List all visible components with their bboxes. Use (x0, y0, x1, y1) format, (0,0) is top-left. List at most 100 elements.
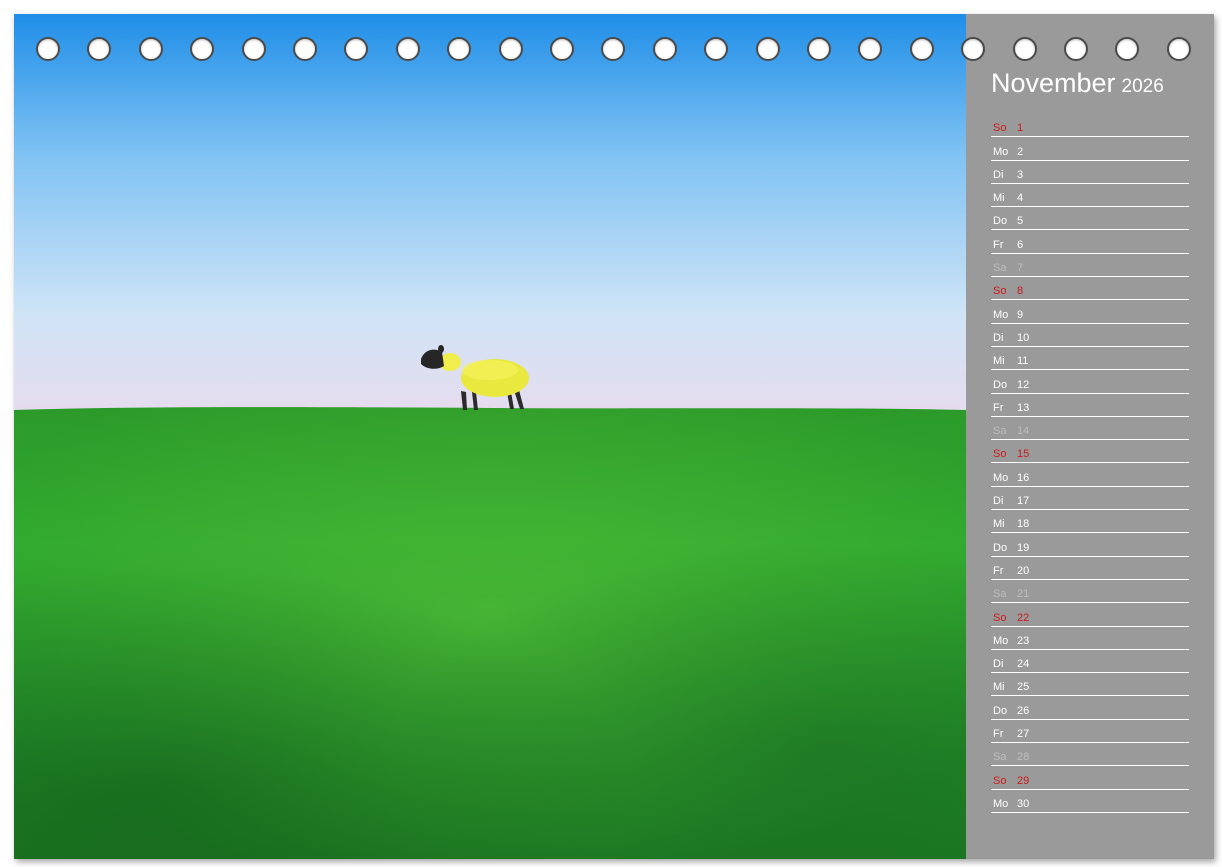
binding-hole (858, 37, 883, 61)
day-number: 25 (1017, 681, 1030, 694)
day-row: So 8 (991, 277, 1189, 301)
binding-hole (293, 37, 317, 61)
day-number: 23 (1017, 634, 1030, 647)
day-number: 4 (1017, 192, 1024, 205)
weekday-label: Sa (993, 262, 1007, 275)
day-number: 6 (1017, 238, 1024, 251)
month-name: November (991, 68, 1116, 98)
calendar-page: November 20 26 So 1 Mo 2 Di 3 Mi 4 Do 5 Fr 6 Sa 7 So 8 Mo 9… (14, 14, 1214, 859)
weekday-label: So (993, 774, 1007, 787)
binding-hole (909, 37, 934, 61)
day-number: 28 (1017, 751, 1030, 764)
day-list: So 1 Mo 2 Di 3 Mi 4 Do 5 Fr 6 Sa 7 So 8 Mo 9 Di 10 Mi 11 Do 12 F… (991, 114, 1189, 813)
day-row: So 15 (991, 440, 1189, 464)
binding-hole (755, 37, 780, 61)
day-row: Do 12 (991, 370, 1189, 394)
day-row: Fr 27 (991, 720, 1189, 744)
weekday-label: Mo (993, 308, 1009, 321)
weekday-label: Mo (993, 145, 1009, 158)
weekday-label: Fr (993, 238, 1004, 251)
binding-hole (807, 37, 831, 61)
day-row: Mo 16 (991, 463, 1189, 487)
weekday-label: Di (993, 495, 1004, 508)
day-row: Mo 9 (991, 300, 1189, 324)
weekday-label: Fr (993, 728, 1004, 741)
binding-hole (652, 37, 677, 61)
day-row: Mo 2 (991, 137, 1189, 161)
day-row: Sa 14 (991, 417, 1189, 441)
calendar-panel: November 20 26 So 1 Mo 2 Di 3 Mi 4 Do 5 Fr 6 Sa 7 So 8 Mo 9… (966, 14, 1214, 859)
day-row: Sa 28 (991, 743, 1189, 767)
binding-hole (961, 37, 986, 61)
day-number: 10 (1017, 331, 1030, 344)
spiral-binding (14, 37, 1214, 63)
binding-hole (447, 37, 472, 61)
day-number: 1 (1017, 122, 1024, 135)
weekday-label: So (993, 448, 1007, 461)
weekday-label: Sa (993, 751, 1007, 764)
day-row: So 29 (991, 766, 1189, 790)
weekday-label: Do (993, 541, 1008, 554)
weekday-label: Do (993, 704, 1008, 717)
day-number: 3 (1017, 168, 1024, 181)
weekday-label: Di (993, 658, 1004, 671)
weekday-label: Mi (993, 355, 1005, 368)
day-row: Di 24 (991, 650, 1189, 674)
day-number: 26 (1017, 704, 1030, 717)
day-number: 24 (1017, 658, 1030, 671)
weekday-label: Sa (993, 425, 1007, 438)
day-row: Mo 30 (991, 790, 1189, 813)
day-row: Mo 23 (991, 627, 1189, 650)
day-row: So 22 (991, 603, 1189, 627)
day-number: 7 (1017, 262, 1024, 275)
day-number: 30 (1017, 797, 1030, 810)
weekday-label: Mi (993, 681, 1005, 694)
day-number: 14 (1017, 425, 1030, 438)
weekday-label: Di (993, 168, 1004, 181)
weekday-label: So (993, 122, 1007, 135)
binding-hole (704, 37, 729, 61)
weekday-label: Do (993, 378, 1008, 391)
weekday-label: Fr (993, 401, 1004, 414)
day-row: Fr 20 (991, 557, 1189, 580)
day-row: Sa 7 (991, 254, 1189, 278)
day-number: 17 (1017, 495, 1030, 508)
weekday-label: Fr (993, 564, 1004, 577)
binding-hole (241, 37, 266, 61)
day-number: 12 (1017, 378, 1030, 391)
day-number: 21 (1017, 588, 1030, 601)
binding-hole (1012, 37, 1037, 61)
weekday-label: Mo (993, 797, 1009, 810)
binding-hole (601, 37, 626, 61)
binding-hole (36, 37, 60, 61)
day-row: Di 17 (991, 487, 1189, 511)
weekday-label: Mo (993, 634, 1009, 647)
day-number: 9 (1017, 308, 1024, 321)
day-row: Do 5 (991, 207, 1189, 231)
day-row: Do 26 (991, 696, 1189, 720)
binding-hole (190, 37, 215, 61)
day-row: Mi 25 (991, 673, 1189, 697)
day-number: 20 (1017, 564, 1030, 577)
weekday-label: Mo (993, 471, 1009, 484)
weekday-label: So (993, 285, 1007, 298)
day-number: 27 (1017, 728, 1030, 741)
binding-hole (550, 37, 574, 61)
day-row: Di 10 (991, 324, 1189, 347)
day-number: 5 (1017, 215, 1024, 228)
weekday-label: Mi (993, 192, 1005, 205)
weekday-label: Do (993, 215, 1008, 228)
day-number: 29 (1017, 774, 1030, 787)
day-number: 19 (1017, 541, 1030, 554)
binding-hole (1166, 37, 1191, 61)
day-row: Mi 11 (991, 347, 1189, 371)
day-number: 11 (1017, 355, 1029, 368)
day-row: Di 3 (991, 161, 1189, 184)
day-number: 22 (1017, 611, 1030, 624)
day-number: 2 (1017, 145, 1024, 158)
day-row: Fr 13 (991, 394, 1189, 417)
day-number: 8 (1017, 285, 1024, 298)
weekday-label: Mi (993, 518, 1005, 531)
binding-hole (344, 37, 369, 61)
binding-hole (1115, 37, 1140, 61)
